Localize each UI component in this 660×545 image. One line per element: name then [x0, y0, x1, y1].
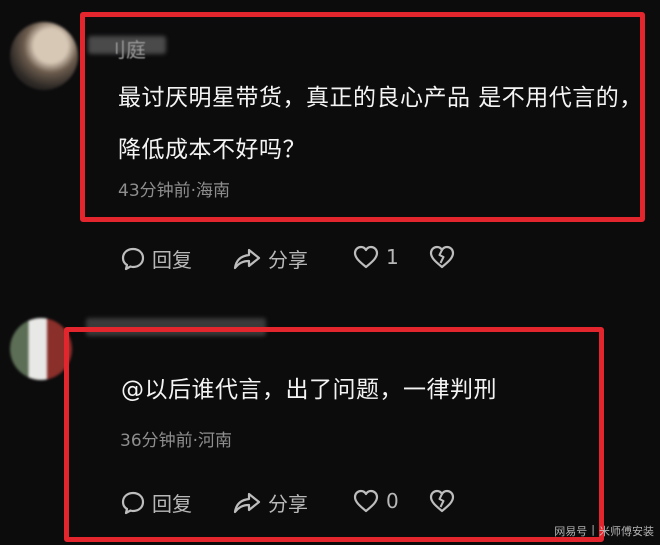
highlight-box	[64, 327, 604, 542]
reply-button[interactable]: 回复	[120, 244, 192, 273]
watermark-separator: |	[591, 523, 595, 536]
reply-label: 回复	[152, 248, 192, 272]
comment-screenshot: 刂庭 最讨厌明星带货，真正的良心产品 是不用代言的，降低成本不好吗？ 43分钟前…	[0, 0, 660, 545]
highlight-box	[80, 12, 645, 222]
heart-icon	[352, 244, 380, 270]
share-icon	[232, 246, 262, 272]
avatar[interactable]	[10, 318, 72, 380]
share-label: 分享	[268, 248, 308, 272]
watermark-account: 米师傅安装	[599, 525, 654, 538]
watermark: 网易号 | 米师傅安装	[554, 523, 654, 539]
like-button[interactable]: 1	[352, 244, 399, 270]
avatar[interactable]	[10, 22, 78, 90]
like-count: 1	[386, 245, 399, 269]
reply-icon	[120, 246, 146, 272]
broken-heart-icon	[428, 244, 456, 270]
share-button[interactable]: 分享	[232, 244, 308, 273]
dislike-button[interactable]	[428, 244, 456, 270]
watermark-source: 网易号	[554, 525, 588, 538]
